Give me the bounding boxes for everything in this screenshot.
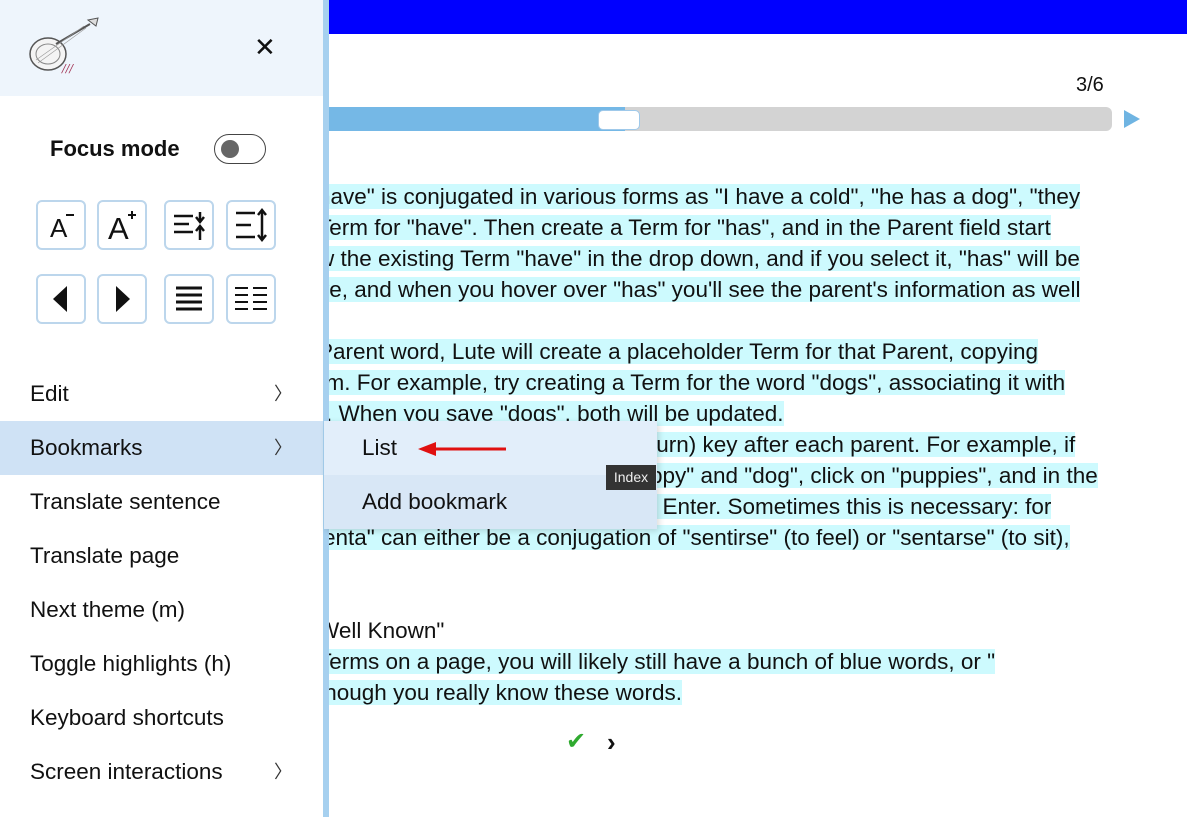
menu-item-toggle-highlights[interactable]: Toggle highlights (h) <box>0 637 323 691</box>
menu-item-label: Edit <box>30 381 69 406</box>
page-count: 3/6 <box>1076 74 1104 96</box>
menu-item-keyboard-shortcuts[interactable]: Keyboard shortcuts <box>0 691 323 745</box>
text-line: Term for "have". Then create a Term for … <box>318 212 1051 243</box>
menu-item-label: Keyboard shortcuts <box>30 705 224 730</box>
play-icon[interactable] <box>1124 110 1140 128</box>
decrease-line-height-icon <box>174 212 205 240</box>
increase-line-height-icon <box>236 207 267 243</box>
check-icon[interactable]: ✔ <box>566 727 586 756</box>
menu-item-translate-page[interactable]: Translate page <box>0 529 323 583</box>
chevron-right-icon: 〉 <box>274 384 292 404</box>
two-column-button[interactable] <box>226 274 276 324</box>
text-line: have" is conjugated in various forms as … <box>318 181 1081 212</box>
text-line: Well Known" <box>318 615 444 646</box>
word-span: Well Known" <box>318 618 445 643</box>
lute-logo[interactable]: /// <box>24 16 102 76</box>
increase-line-height-button[interactable] <box>226 200 276 250</box>
menu-item-label: Bookmarks <box>30 435 143 460</box>
sidebar-menu: /// ✕ Focus mode A A Edit 〉 Bookmarks 〉 … <box>0 0 329 817</box>
progress-fill <box>300 107 625 131</box>
chevron-right-icon: 〉 <box>274 762 292 782</box>
next-page-icon <box>116 286 130 312</box>
word-span[interactable]: ppy" and "dog", click on "puppies", and … <box>650 463 1098 488</box>
chevron-right-icon: 〉 <box>274 438 292 458</box>
decrease-line-height-button[interactable] <box>164 200 214 250</box>
text-line: Parent word, Lute will create a placehol… <box>318 336 1038 367</box>
increase-font-icon: A <box>108 211 136 242</box>
word-span[interactable]: Parent word, Lute will create a placehol… <box>318 339 1038 364</box>
previous-page-button[interactable] <box>36 274 86 324</box>
increase-font-button[interactable]: A <box>97 200 147 250</box>
menu-item-label: Translate page <box>30 543 180 568</box>
text-line: ppy" and "dog", click on "puppies", and … <box>650 460 1098 491</box>
submenu-item-label: List <box>362 435 398 460</box>
menu-item-edit[interactable]: Edit 〉 <box>0 367 323 421</box>
text-line: t Enter. Sometimes this is necessary: fo… <box>650 491 1052 522</box>
close-icon[interactable]: ✕ <box>254 32 276 63</box>
decrease-font-button[interactable]: A <box>36 200 86 250</box>
focus-mode-label: Focus mode <box>50 136 180 161</box>
chevron-right-icon[interactable]: › <box>607 727 616 758</box>
word-span[interactable]: rm. For example, try creating a Term for… <box>318 370 1066 395</box>
word-span[interactable]: Terms on a page, you will likely still h… <box>318 649 996 674</box>
text-line: turn) key after each parent. For example… <box>650 429 1076 460</box>
svg-text:///: /// <box>61 62 74 75</box>
two-column-icon <box>235 287 267 310</box>
word-span[interactable]: turn) key after each parent. For example… <box>650 432 1076 457</box>
menu-item-bookmarks[interactable]: Bookmarks 〉 <box>0 421 323 475</box>
word-span[interactable]: w the existing Term "have" in the drop d… <box>318 246 1080 271</box>
menu-item-label: Screen interactions <box>30 759 223 784</box>
focus-mode-toggle[interactable] <box>214 134 266 164</box>
single-column-button[interactable] <box>164 274 214 324</box>
menu-item-label: Translate sentence <box>30 489 221 514</box>
word-span[interactable]: t Enter. Sometimes this is necessary: fo… <box>650 494 1052 519</box>
word-span[interactable]: ve, and when you hover over "has" you'll… <box>318 277 1081 302</box>
single-column-icon <box>176 286 202 311</box>
text-line: ve, and when you hover over "has" you'll… <box>318 274 1081 305</box>
svg-text:A: A <box>50 213 68 242</box>
menu-item-label: Toggle highlights (h) <box>30 651 232 676</box>
menu-item-next-theme[interactable]: Next theme (m) <box>0 583 323 637</box>
word-span[interactable]: though you really know these words. <box>318 680 682 705</box>
progress-slider-handle[interactable] <box>598 110 640 130</box>
text-line: Terms on a page, you will likely still h… <box>318 646 996 677</box>
sidebar-header: /// ✕ <box>0 0 323 96</box>
menu-item-translate-sentence[interactable]: Translate sentence <box>0 475 323 529</box>
next-page-button[interactable] <box>97 274 147 324</box>
menu-item-screen-interactions[interactable]: Screen interactions 〉 <box>0 745 323 799</box>
text-line: rm. For example, try creating a Term for… <box>318 367 1066 398</box>
page-progress-bar[interactable] <box>300 107 1112 131</box>
word-span[interactable]: have" is conjugated in various forms as … <box>318 184 1081 209</box>
previous-page-icon <box>53 286 67 312</box>
toggle-knob <box>221 140 239 158</box>
menu-item-label: Next theme (m) <box>30 597 186 622</box>
word-span[interactable]: Term for "have". Then create a Term for … <box>318 215 1051 240</box>
arrow-annotation-icon <box>418 442 506 456</box>
text-line: w the existing Term "have" in the drop d… <box>318 243 1080 274</box>
text-line: though you really know these words. <box>318 677 682 708</box>
tooltip: Index <box>606 465 656 490</box>
decrease-font-icon: A <box>50 213 74 242</box>
svg-text:A: A <box>108 211 129 242</box>
submenu-item-label: Add bookmark <box>362 489 508 514</box>
